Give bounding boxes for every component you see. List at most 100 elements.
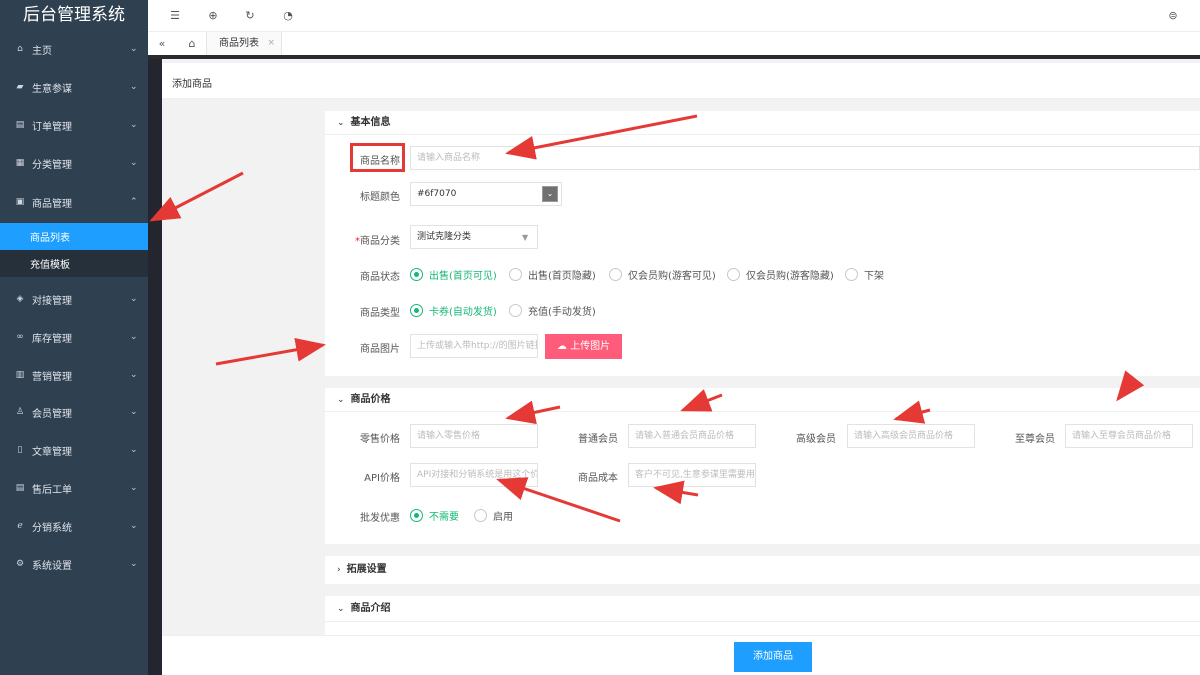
senior-member-label: 高级会员 (796, 434, 836, 445)
radio-dot (410, 268, 423, 281)
section-title: 商品介绍 (350, 603, 391, 614)
theme-icon[interactable]: ⊜ (1165, 8, 1181, 24)
sidebar-subitem-recharge-template[interactable]: 充值模板 (0, 250, 148, 277)
bottom-bar (162, 635, 1200, 675)
collapse-tabs-icon[interactable]: « (152, 32, 172, 55)
gear-icon: ⚙ (15, 559, 25, 569)
image-url-input[interactable]: 上传或输入带http://的图片链接 (410, 334, 538, 358)
globe-icon[interactable]: ⊕ (205, 8, 221, 24)
tab-goods-list[interactable]: 商品列表 × (206, 32, 282, 55)
sidebar-item-distribution[interactable]: ℯ 分销系统 ⌄ (0, 507, 148, 545)
chevron-up-icon: ⌃ (130, 197, 138, 207)
sidebar-item-home[interactable]: ⌂ 主页 ⌄ (0, 30, 148, 68)
wholesale-radio-enable[interactable]: 启用 (474, 508, 513, 523)
chevron-right-icon: › (337, 565, 341, 575)
sidebar-item-label: 生意参谋 (32, 83, 72, 95)
add-goods-button[interactable]: 添加商品 (734, 642, 812, 672)
sidebar-item-articles[interactable]: ▯ 文章管理 ⌄ (0, 431, 148, 469)
upload-label: 上传图片 (570, 341, 611, 352)
sidebar-item-integration[interactable]: ◈ 对接管理 ⌄ (0, 280, 148, 318)
tab-bar: « ⌂ 商品列表 × (148, 32, 1200, 59)
chevron-down-icon: ⌄ (337, 118, 345, 128)
menu-toggle-icon[interactable]: ☰ (167, 8, 183, 24)
retail-price-input[interactable]: 请输入零售价格 (410, 424, 538, 448)
sidebar-item-label: 会员管理 (32, 408, 72, 420)
chevron-down-icon: ⌄ (130, 521, 138, 531)
status-radio-sale-hidden[interactable]: 出售(首页隐藏) (509, 267, 596, 282)
cost-input[interactable]: 客户不可见,生意参谋里需要用 (628, 463, 756, 487)
briefcase-icon: ▰ (16, 82, 24, 92)
sidebar-subitem-goods-list[interactable]: 商品列表 (0, 223, 148, 250)
sidebar-item-marketing[interactable]: ▥ 营销管理 ⌄ (0, 356, 148, 394)
type-radio-card[interactable]: 卡券(自动发货) (410, 303, 497, 318)
radio-label: 充值(手动发货) (528, 307, 596, 318)
radio-dot (410, 304, 423, 317)
category-label-text: 商品分类 (360, 236, 400, 247)
tab-label: 商品列表 (219, 38, 259, 49)
section-title: 基本信息 (350, 117, 391, 128)
sidebar-item-orders[interactable]: ▤ 订单管理 ⌄ (0, 106, 148, 144)
page-header: 添加商品 (162, 63, 1200, 99)
name-input[interactable]: 请输入商品名称 (410, 146, 1200, 170)
radio-label: 启用 (493, 512, 513, 523)
chevron-down-icon: ⌄ (337, 604, 345, 614)
status-radio-member-hidden[interactable]: 仅会员购(游客隐藏) (727, 267, 834, 282)
title-color-input[interactable]: #6f7070 (410, 182, 562, 206)
sidebar-item-categories[interactable]: ▦ 分类管理 ⌄ (0, 144, 148, 182)
radio-label: 出售(首页隐藏) (528, 271, 596, 282)
radio-label: 不需要 (429, 512, 459, 523)
supreme-member-input[interactable]: 请输入至尊会员商品价格 (1065, 424, 1193, 448)
category-select[interactable]: 测试克隆分类 (410, 225, 538, 249)
sidebar-item-goods[interactable]: ▣ 商品管理 ⌃ (0, 183, 148, 221)
home-tab-icon[interactable]: ⌂ (182, 32, 202, 55)
wholesale-radio-none[interactable]: 不需要 (410, 508, 459, 523)
sidebar: 后台管理系统 ⌂ 主页 ⌄ ▰ 生意参谋 ⌄ ▤ 订单管理 ⌄ ▦ 分类管理 ⌄… (0, 0, 148, 675)
chevron-down-icon: ⌄ (130, 294, 138, 304)
intro-header[interactable]: ⌄ 商品介绍 (325, 596, 1200, 622)
status-radio-member-visible[interactable]: 仅会员购(游客可见) (609, 267, 716, 282)
grid-icon: ▦ (15, 158, 25, 168)
api-price-label: API价格 (364, 473, 400, 484)
price-header[interactable]: ⌄ 商品价格 (325, 388, 1200, 412)
distribution-icon: ℯ (17, 521, 23, 531)
senior-member-input[interactable]: 请输入高级会员商品价格 (847, 424, 975, 448)
sidebar-item-label: 商品管理 (32, 198, 72, 210)
type-label: 商品类型 (360, 308, 400, 319)
close-icon[interactable]: × (267, 32, 275, 55)
category-label: *商品分类 (340, 232, 400, 247)
sidebar-item-settings[interactable]: ⚙ 系统设置 ⌄ (0, 545, 148, 583)
color-picker-swatch[interactable]: ⌄ (542, 186, 558, 202)
sidebar-item-business[interactable]: ▰ 生意参谋 ⌄ (0, 68, 148, 106)
normal-member-input[interactable]: 请输入普通会员商品价格 (628, 424, 756, 448)
chevron-down-icon: ⌄ (130, 407, 138, 417)
chevron-down-icon: ⌄ (130, 158, 138, 168)
upload-image-button[interactable]: ☁ 上传图片 (545, 334, 622, 359)
dashboard-icon[interactable]: ◔ (280, 8, 296, 24)
sidebar-item-label: 营销管理 (32, 371, 72, 383)
radio-label: 出售(首页可见) (429, 271, 497, 282)
cost-label: 商品成本 (578, 473, 618, 484)
section-title: 拓展设置 (346, 564, 387, 575)
sidebar-item-members[interactable]: ♙ 会员管理 ⌄ (0, 393, 148, 431)
retail-price-label: 零售价格 (360, 434, 400, 445)
home-icon: ⌂ (17, 44, 23, 54)
extend-header[interactable]: › 拓展设置 (325, 556, 1200, 584)
type-radio-recharge[interactable]: 充值(手动发货) (509, 303, 596, 318)
sidebar-item-inventory[interactable]: ∞ 库存管理 ⌄ (0, 318, 148, 356)
annotation-highlight-box (350, 143, 405, 172)
sidebar-item-label: 订单管理 (32, 121, 72, 133)
topbar: ☰ ⊕ ↻ ◔ ⊜ (148, 0, 1200, 32)
basic-info-header[interactable]: ⌄ 基本信息 (325, 111, 1200, 135)
radio-label: 仅会员购(游客隐藏) (746, 271, 834, 282)
api-price-input[interactable]: API对接和分销系统是用这个价格 (410, 463, 538, 487)
intro-card: ⌄ 商品介绍 (325, 596, 1200, 635)
chevron-down-icon: ⌄ (130, 445, 138, 455)
sidebar-item-aftersale[interactable]: ▤ 售后工单 ⌄ (0, 469, 148, 507)
status-radio-sale-visible[interactable]: 出售(首页可见) (410, 267, 497, 282)
sidebar-item-label: 库存管理 (32, 333, 72, 345)
radio-label: 卡券(自动发货) (429, 307, 497, 318)
sidebar-item-label: 系统设置 (32, 560, 72, 572)
section-title: 商品价格 (350, 394, 391, 405)
refresh-icon[interactable]: ↻ (242, 8, 258, 24)
status-radio-offline[interactable]: 下架 (845, 267, 884, 282)
